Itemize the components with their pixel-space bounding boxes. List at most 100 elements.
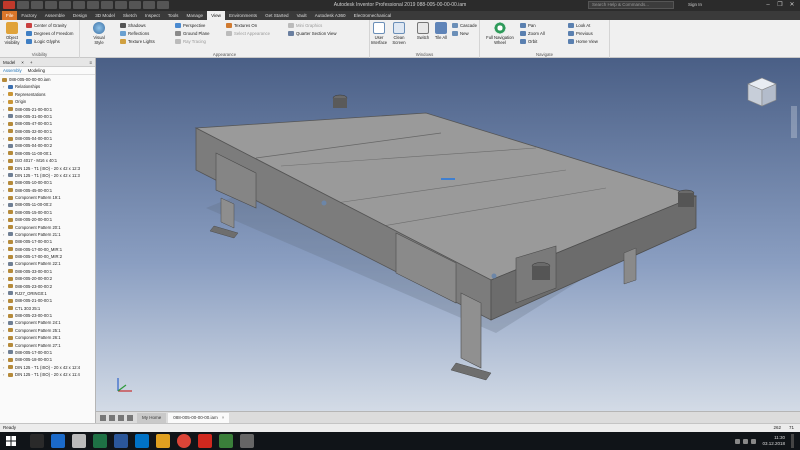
expand-arrow-icon[interactable]: › [3, 364, 4, 371]
browser-add-icon[interactable]: + [30, 58, 33, 66]
save-icon[interactable] [45, 1, 57, 9]
expand-arrow-icon[interactable]: › [3, 224, 4, 231]
browser-close-icon[interactable]: × [21, 58, 24, 66]
viewcube-icon[interactable] [744, 74, 780, 110]
maximize-button[interactable]: ❐ [774, 0, 786, 11]
expand-arrow-icon[interactable]: › [3, 231, 4, 238]
cascade-icon[interactable] [127, 414, 133, 421]
ilogic-glyphs-toggle[interactable]: iLogic Glyphs [26, 38, 60, 45]
tab-sketch[interactable]: Sketch [119, 11, 141, 20]
tree-item[interactable]: › 088-005-20-00-00:2 [0, 275, 95, 282]
home-icon[interactable] [87, 1, 99, 9]
cascade-button[interactable]: Cascade [452, 22, 477, 29]
visual-style-button[interactable]: Visual Style [90, 22, 108, 45]
expand-arrow-icon[interactable]: › [3, 216, 4, 223]
excel-icon[interactable] [93, 434, 107, 448]
user-interface-button[interactable]: User Interface [370, 22, 388, 45]
tree-item[interactable]: › 088-005-21-00-00:1 [0, 106, 95, 113]
tree-item[interactable]: › 088-005-15-00-00:1 [0, 209, 95, 216]
expand-arrow-icon[interactable]: › [3, 91, 4, 98]
subtab-modeling[interactable]: Modeling [28, 67, 45, 74]
my-home-tab[interactable]: My Home [137, 412, 167, 423]
tree-item[interactable]: › Component Pattern 24:1 [0, 319, 95, 326]
tree-item[interactable]: › Component Pattern 19:1 [0, 194, 95, 201]
expand-arrow-icon[interactable]: › [3, 260, 4, 267]
measure-icon[interactable] [157, 1, 169, 9]
expand-arrow-icon[interactable]: › [3, 157, 4, 164]
tree-item[interactable]: › 088-005-10-00-00:1 [0, 179, 95, 186]
tree-item[interactable]: › Component Pattern 20:1 [0, 224, 95, 231]
tree-item[interactable]: › 088-005-17-00-00:1 [0, 238, 95, 245]
new-icon[interactable] [17, 1, 29, 9]
ground-plane-button[interactable]: Ground Plane [175, 30, 210, 37]
browser-menu-icon[interactable]: ≡ [89, 58, 92, 66]
file-explorer-icon[interactable] [156, 434, 170, 448]
subtab-assembly[interactable]: Assembly [3, 67, 22, 74]
chrome-icon[interactable] [177, 434, 191, 448]
clock[interactable]: 11:30 03.12.2018 [762, 435, 785, 447]
tree-item[interactable]: › DIN 125 - T1 (ISO) - 20 x 42 x 11:4 [0, 371, 95, 378]
tile-vertical-icon[interactable] [118, 414, 124, 421]
expand-arrow-icon[interactable]: › [3, 83, 4, 90]
tile-all-button[interactable]: Tile All [432, 22, 450, 40]
show-desktop-button[interactable] [791, 434, 794, 448]
redo-icon[interactable] [73, 1, 85, 9]
tab-inspect[interactable]: Inspect [141, 11, 164, 20]
tree-item[interactable]: › ISO 4017 - M16 x 40:1 [0, 157, 95, 164]
task-view-icon[interactable] [30, 434, 44, 448]
tree-item[interactable]: › Component Pattern 25:1 [0, 327, 95, 334]
expand-arrow-icon[interactable]: › [3, 290, 4, 297]
new-window-button[interactable]: New [452, 30, 469, 37]
word-icon[interactable] [114, 434, 128, 448]
tree-item[interactable]: › Component Pattern 26:1 [0, 334, 95, 341]
expand-arrow-icon[interactable]: › [3, 275, 4, 282]
select-icon[interactable] [115, 1, 127, 9]
search-input[interactable]: Search Help & Commands... [588, 1, 674, 9]
app-icon[interactable] [240, 434, 254, 448]
expand-arrow-icon[interactable]: › [3, 194, 4, 201]
close-button[interactable]: ✕ [786, 0, 798, 11]
textures-on-button[interactable]: Textures On [226, 22, 257, 29]
expand-arrow-icon[interactable]: › [3, 342, 4, 349]
tree-item[interactable]: › 088-005-17-00-00:1 [0, 349, 95, 356]
expand-arrow-icon[interactable]: › [3, 356, 4, 363]
center-of-gravity-toggle[interactable]: Center of Gravity [26, 22, 66, 29]
expand-arrow-icon[interactable]: › [3, 268, 4, 275]
expand-arrow-icon[interactable]: › [3, 172, 4, 179]
expand-arrow-icon[interactable]: › [3, 165, 4, 172]
tree-item[interactable]: › 088-005-04-00-00:2 [0, 142, 95, 149]
graphics-viewport[interactable] [96, 58, 800, 411]
expand-arrow-icon[interactable]: › [3, 253, 4, 260]
reflections-button[interactable]: Reflections [120, 30, 149, 37]
tree-item[interactable]: › 088-005-20-00-00:1 [0, 216, 95, 223]
tab-electromechanical[interactable]: Electromechanical [350, 11, 396, 20]
tree-item[interactable]: › 088-005-33-00-00:1 [0, 268, 95, 275]
tree-item[interactable]: › 088-005-47-00-00:1 [0, 120, 95, 127]
select-appearance-button[interactable]: Select Appearance [226, 30, 270, 37]
expand-arrow-icon[interactable]: › [3, 142, 4, 149]
tree-item[interactable]: › 088-005-45-00-00:1 [0, 187, 95, 194]
texture-lights-button[interactable]: Texture Lights [120, 38, 155, 45]
tab-manage[interactable]: Manage [182, 11, 207, 20]
tree-item[interactable]: › 088-005-31-00-00:1 [0, 113, 95, 120]
tab-3d-model[interactable]: 3D Model [91, 11, 119, 20]
tab-assemble[interactable]: Assemble [41, 11, 69, 20]
orbit-button[interactable]: Orbit [520, 38, 537, 45]
expand-arrow-icon[interactable]: › [3, 201, 4, 208]
shadows-button[interactable]: Shadows [120, 22, 146, 29]
tree-item[interactable]: › CTL 303 25:1 [0, 305, 95, 312]
language-icon[interactable] [751, 438, 757, 444]
home-view-button[interactable]: Home View [568, 38, 598, 45]
material-icon[interactable] [129, 1, 141, 9]
previous-view-button[interactable]: Previous [568, 30, 593, 37]
perspective-button[interactable]: Perspective [175, 22, 205, 29]
expand-arrow-icon[interactable]: › [3, 312, 4, 319]
tile-horizontal-icon[interactable] [109, 414, 115, 421]
tree-item[interactable]: › 088-005-23-00-00:1 [0, 312, 95, 319]
expand-arrow-icon[interactable]: › [3, 135, 4, 142]
mini-graphics-button[interactable]: Mini Graphics [288, 22, 322, 29]
expand-arrow-icon[interactable]: › [3, 150, 4, 157]
tab-view[interactable]: View [207, 11, 225, 20]
undo-icon[interactable] [59, 1, 71, 9]
sign-in-link[interactable]: Sign In [688, 2, 702, 7]
